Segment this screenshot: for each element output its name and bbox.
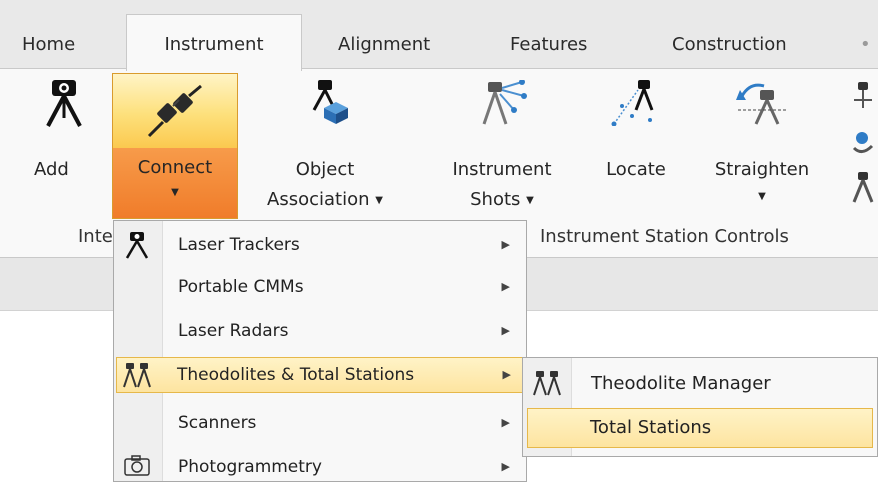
menu-item-label: Photogrammetry	[178, 457, 322, 477]
ribbon-tab-bar: Home Instrument Alignment Features Const…	[0, 0, 878, 71]
group-label-interface: Inte	[78, 226, 113, 247]
chevron-right-icon: ▶	[501, 460, 510, 473]
tripod-icon	[125, 232, 149, 259]
chevron-right-icon: ▶	[501, 280, 510, 293]
menu-item-photogrammetry[interactable]: Photogrammetry ▶	[116, 449, 524, 485]
tab-home[interactable]: Home	[22, 26, 75, 64]
connect-menu: Laser Trackers ▶ Portable CMMs ▶ Laser R…	[113, 220, 527, 482]
submenu-item-total-stations[interactable]: Total Stations	[527, 408, 873, 448]
menu-item-laser-radars[interactable]: Laser Radars ▶	[116, 313, 524, 349]
chevron-right-icon: ▶	[501, 416, 510, 429]
chevron-right-icon: ▶	[501, 324, 510, 337]
chevron-down-icon: ▼	[758, 191, 766, 202]
menu-item-label: Theodolites & Total Stations	[177, 365, 415, 385]
chevron-down-icon: ▼	[375, 195, 383, 206]
add-label: Add	[34, 159, 69, 180]
theodolite-icon	[123, 363, 151, 388]
small-rotate-icon[interactable]	[848, 126, 878, 156]
instrument-shots-label-2-text: Shots	[470, 189, 521, 210]
object-association-label-2-text: Association	[267, 189, 370, 210]
instrument-shots-label-1: Instrument	[452, 159, 552, 180]
small-move-icon[interactable]	[848, 82, 878, 112]
instrument-shots-icon	[482, 80, 527, 125]
tab-features[interactable]: Features	[510, 26, 587, 64]
object-association-label-2: Association ▼	[258, 186, 392, 215]
menu-item-label: Scanners	[178, 413, 257, 433]
object-association-button[interactable]: Object Association ▼	[258, 78, 392, 214]
menu-item-label: Portable CMMs	[178, 277, 304, 297]
group-label-instrument-station-controls: Instrument Station Controls	[540, 226, 789, 247]
chevron-down-icon: ▼	[526, 195, 534, 206]
object-association-icon	[312, 80, 348, 124]
locate-button[interactable]: Locate	[588, 78, 684, 214]
menu-item-label: Laser Radars	[178, 321, 289, 341]
locate-label: Locate	[606, 159, 666, 180]
tab-instrument[interactable]: Instrument	[126, 14, 302, 71]
menu-item-scanners[interactable]: Scanners ▶	[116, 405, 524, 441]
small-tripod-icon[interactable]	[848, 172, 878, 204]
tripod-icon	[46, 80, 82, 127]
locate-icon	[611, 80, 654, 126]
camera-icon	[124, 455, 150, 476]
chevron-down-icon: ▼	[171, 187, 179, 198]
submenu-item-label: Total Stations	[590, 417, 712, 438]
tab-overflow[interactable]: •	[860, 26, 871, 64]
menu-item-laser-trackers[interactable]: Laser Trackers ▶	[116, 227, 524, 263]
theodolites-submenu: Theodolite Manager Total Stations	[522, 357, 878, 457]
connect-button[interactable]: Connect ▼	[112, 73, 238, 219]
straighten-icon	[736, 83, 786, 125]
chevron-right-icon: ▶	[502, 368, 511, 381]
straighten-button[interactable]: Straighten ▼	[700, 78, 824, 214]
add-button[interactable]: Add	[20, 78, 110, 208]
straighten-label: Straighten	[714, 159, 810, 180]
object-association-label-1: Object	[295, 159, 355, 180]
plug-icon	[147, 84, 202, 138]
submenu-item-label: Theodolite Manager	[591, 373, 771, 394]
tab-construction[interactable]: Construction	[672, 26, 787, 64]
menu-item-portable-cmms[interactable]: Portable CMMs ▶	[116, 269, 524, 305]
menu-item-theodolites-total-stations[interactable]: Theodolites & Total Stations ▶	[116, 357, 524, 393]
theodolite-icon	[533, 371, 561, 396]
instrument-shots-button[interactable]: Instrument Shots ▼	[438, 78, 566, 214]
chevron-right-icon: ▶	[501, 238, 510, 251]
menu-item-label: Laser Trackers	[178, 235, 300, 255]
submenu-item-theodolite-manager[interactable]: Theodolite Manager	[527, 364, 873, 404]
tab-alignment[interactable]: Alignment	[338, 26, 430, 64]
instrument-shots-label-2: Shots ▼	[438, 186, 566, 215]
